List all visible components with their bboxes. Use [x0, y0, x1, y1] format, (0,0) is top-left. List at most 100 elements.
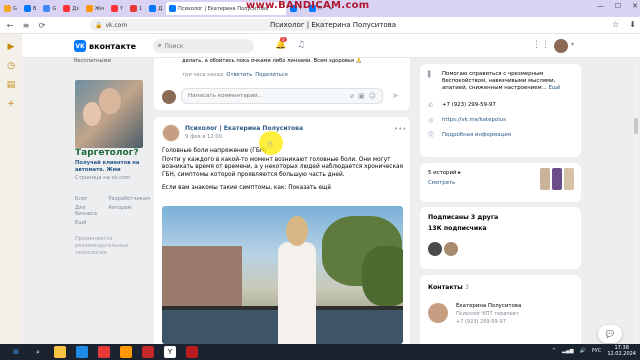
plus-icon[interactable]: +	[5, 98, 17, 110]
browser-tab[interactable]: G	[1, 2, 20, 15]
site-link[interactable]: https://vk.me/katepolus	[442, 117, 506, 124]
recommendation-notice[interactable]: Применяются рекомендательные технологии	[75, 236, 145, 257]
story-thumbnail[interactable]	[552, 168, 562, 190]
bookmark-icon[interactable]: ☆	[612, 20, 619, 29]
ad-image[interactable]	[75, 80, 143, 148]
contact-avatar[interactable]	[428, 303, 448, 323]
close-button[interactable]: ✕	[632, 2, 638, 10]
notifications-badge: 3	[280, 37, 287, 42]
app-icon[interactable]	[142, 346, 154, 358]
friends-subscribed[interactable]: Подписаны 3 друга	[428, 214, 498, 221]
tab-label: В	[32, 5, 37, 12]
app-icon[interactable]	[120, 346, 132, 358]
comment-input[interactable]	[188, 93, 338, 99]
story-thumbnail[interactable]	[564, 168, 574, 190]
browser-tab[interactable]: G	[40, 2, 59, 15]
footer-link-authors[interactable]: Авторам	[108, 205, 150, 217]
browser-tab[interactable]: 1	[127, 2, 145, 15]
tab-label: 1	[139, 5, 143, 12]
browser-tab[interactable]: Дз	[60, 2, 82, 15]
tab-favicon-icon	[23, 5, 31, 12]
footer-link-more[interactable]: Ещё	[75, 220, 103, 226]
browser-tab[interactable]: В	[21, 2, 39, 15]
comment-box[interactable]: ⌀ ▣ ☺	[181, 88, 383, 104]
contact-name[interactable]: Екатерина Полуситова	[456, 303, 521, 309]
post-author-avatar[interactable]	[162, 124, 180, 142]
about-text: Помогаю справиться с чрезмерным беспокой…	[442, 71, 556, 91]
ad-description[interactable]: Получай клиентов на автомате. Жми	[75, 160, 150, 174]
clock-icon[interactable]: ◷	[5, 60, 17, 72]
maximize-button[interactable]: ☐	[615, 2, 621, 10]
notifications-bell-icon[interactable]: 🔔 3	[275, 37, 287, 50]
tray-chevron-icon[interactable]: ^	[552, 348, 556, 354]
phone-text[interactable]: +7 (923) 299-59-97	[442, 102, 496, 109]
post-author[interactable]: Психолог | Екатерина Полуситова	[185, 125, 303, 132]
browser-tab[interactable]: Д	[146, 2, 165, 15]
chevron-down-icon[interactable]: ▾	[571, 41, 574, 48]
windows-start-icon[interactable]: ⊞	[10, 346, 22, 358]
edge-icon[interactable]	[76, 346, 88, 358]
footer-link-developers[interactable]: Разработчикам	[108, 196, 150, 202]
menu-icon[interactable]: ≡	[20, 19, 32, 31]
yandex-browser-icon[interactable]	[98, 346, 110, 358]
tab-label: Y	[119, 5, 123, 12]
reply-link[interactable]: Ответить	[226, 72, 252, 78]
send-icon[interactable]: ➤	[392, 91, 399, 100]
language-indicator[interactable]: РУС	[592, 348, 602, 354]
network-icon[interactable]: ▂▄▆	[562, 348, 574, 354]
contacts-title: Контакты 3	[428, 284, 469, 291]
play-icon[interactable]: ▶	[5, 41, 17, 53]
footer-link-blog[interactable]: Блог	[75, 196, 103, 202]
apps-grid-icon[interactable]: ⋮⋮	[532, 40, 550, 50]
details-link[interactable]: Подробная информация	[442, 132, 511, 139]
yandex-icon[interactable]: Y	[164, 346, 176, 358]
post-photo[interactable]	[162, 206, 403, 344]
user-avatar[interactable]	[554, 39, 568, 53]
stories-thumbnails	[540, 168, 574, 190]
ad-title[interactable]: Таргетолог?	[75, 148, 139, 158]
followers-count[interactable]: 13К подписчика	[428, 225, 487, 232]
story-thumbnail[interactable]	[540, 168, 550, 190]
footer-link-business[interactable]: Для бизнеса	[75, 205, 103, 217]
chat-icon[interactable]: 💬	[598, 325, 622, 343]
post-date[interactable]: 9 фев в 12:00	[185, 134, 222, 140]
friend-avatars	[428, 242, 458, 256]
clock[interactable]: 17:38 12.02.2024	[607, 345, 636, 357]
attach-icon[interactable]: ⌀	[350, 92, 354, 100]
file-explorer-icon[interactable]	[54, 346, 66, 358]
post-line-3[interactable]: Если вам знакомы такие симптомы, как: По…	[162, 185, 406, 193]
bandicam-icon[interactable]	[186, 346, 198, 358]
volume-icon[interactable]: 🔊	[580, 348, 586, 354]
browser-tab[interactable]: Жм	[83, 2, 107, 15]
search-box[interactable]: ⌕	[153, 39, 254, 53]
photo-person-head	[286, 216, 308, 246]
friend-avatar[interactable]	[428, 242, 442, 256]
about-more-link[interactable]: Ещё	[549, 85, 561, 91]
search-input[interactable]	[164, 42, 245, 50]
stories-watch-link[interactable]: Смотреть	[428, 180, 455, 186]
tab-label: Жм	[94, 5, 104, 12]
download-icon[interactable]: ⬇	[629, 20, 636, 29]
vk-logo[interactable]: VK вконтакте	[74, 40, 136, 52]
page-scrollbar[interactable]	[634, 58, 638, 344]
collections-icon[interactable]: ▤	[5, 79, 17, 91]
browser-tab[interactable]: Y	[108, 2, 126, 15]
clock-date: 12.02.2024	[607, 351, 636, 357]
previous-post-meta: три часа назад Ответить Поделиться	[182, 72, 288, 78]
share-link[interactable]: Поделиться	[255, 72, 288, 78]
friend-avatar[interactable]	[444, 242, 458, 256]
scrollbar-thumb[interactable]	[634, 118, 638, 134]
post-card: Психолог | Екатерина Полуситова 9 фев в …	[154, 117, 410, 344]
emoji-icon[interactable]: ☺	[369, 92, 376, 100]
contacts-title-text: Контакты	[428, 284, 463, 291]
back-icon[interactable]: ←	[4, 19, 16, 31]
photo-icon[interactable]: ▣	[358, 92, 365, 100]
tab-favicon-icon	[149, 5, 157, 12]
refresh-icon[interactable]: ⟳	[36, 19, 48, 31]
search-icon[interactable]: ⌕	[32, 346, 44, 358]
minimize-button[interactable]: —	[597, 2, 604, 10]
phone-row: ✆ +7 (923) 299-59-97	[428, 102, 496, 109]
stories-count[interactable]: 5 историй ▸	[428, 170, 461, 176]
music-icon[interactable]: ♫	[297, 40, 305, 50]
more-options-icon[interactable]: •••	[394, 125, 406, 133]
